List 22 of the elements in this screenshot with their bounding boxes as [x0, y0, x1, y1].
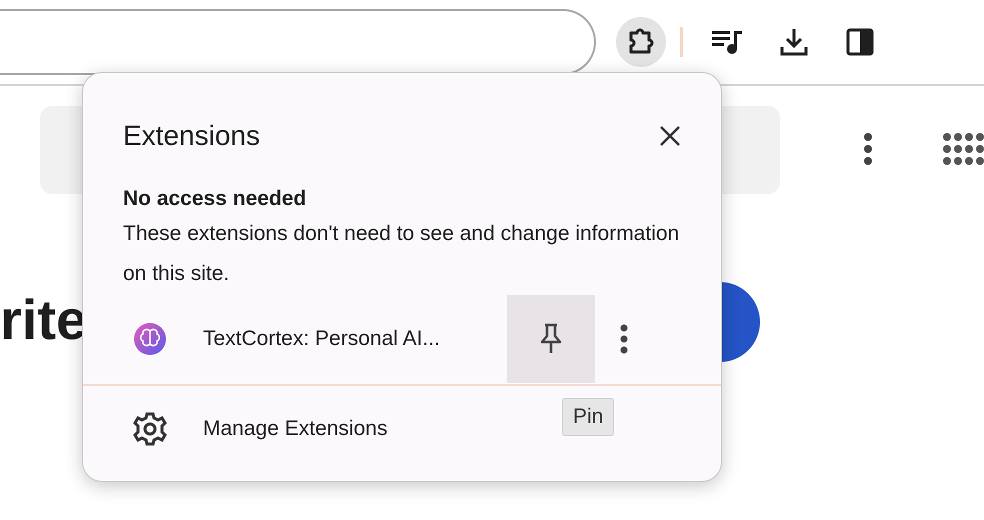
settings-icon	[133, 412, 167, 446]
extension-name: TextCortex: Personal AI...	[203, 326, 441, 352]
popup-title: Extensions	[123, 119, 260, 153]
tooltip: Pin	[562, 398, 614, 436]
extensions-button[interactable]	[616, 17, 666, 67]
side-panel-icon	[846, 28, 874, 56]
more-icon	[619, 324, 629, 354]
manage-extensions-link[interactable]: Manage Extensions	[203, 413, 388, 445]
playlist-music-icon	[712, 29, 744, 55]
pin-button[interactable]	[507, 295, 595, 384]
more-button[interactable]	[619, 324, 629, 354]
more-icon[interactable]	[862, 132, 874, 166]
close-button[interactable]	[659, 124, 681, 148]
download-icon	[779, 27, 809, 57]
pin-icon	[539, 323, 563, 356]
apps-grid-icon[interactable]	[942, 132, 984, 166]
puzzle-icon	[627, 28, 655, 56]
section-description: These extensions don't need to see and change information on this site.	[123, 221, 680, 288]
section-heading: No access needed	[123, 186, 308, 212]
close-icon	[659, 124, 681, 147]
brain-logo-icon	[133, 322, 167, 356]
page-heading: rite	[0, 292, 88, 348]
